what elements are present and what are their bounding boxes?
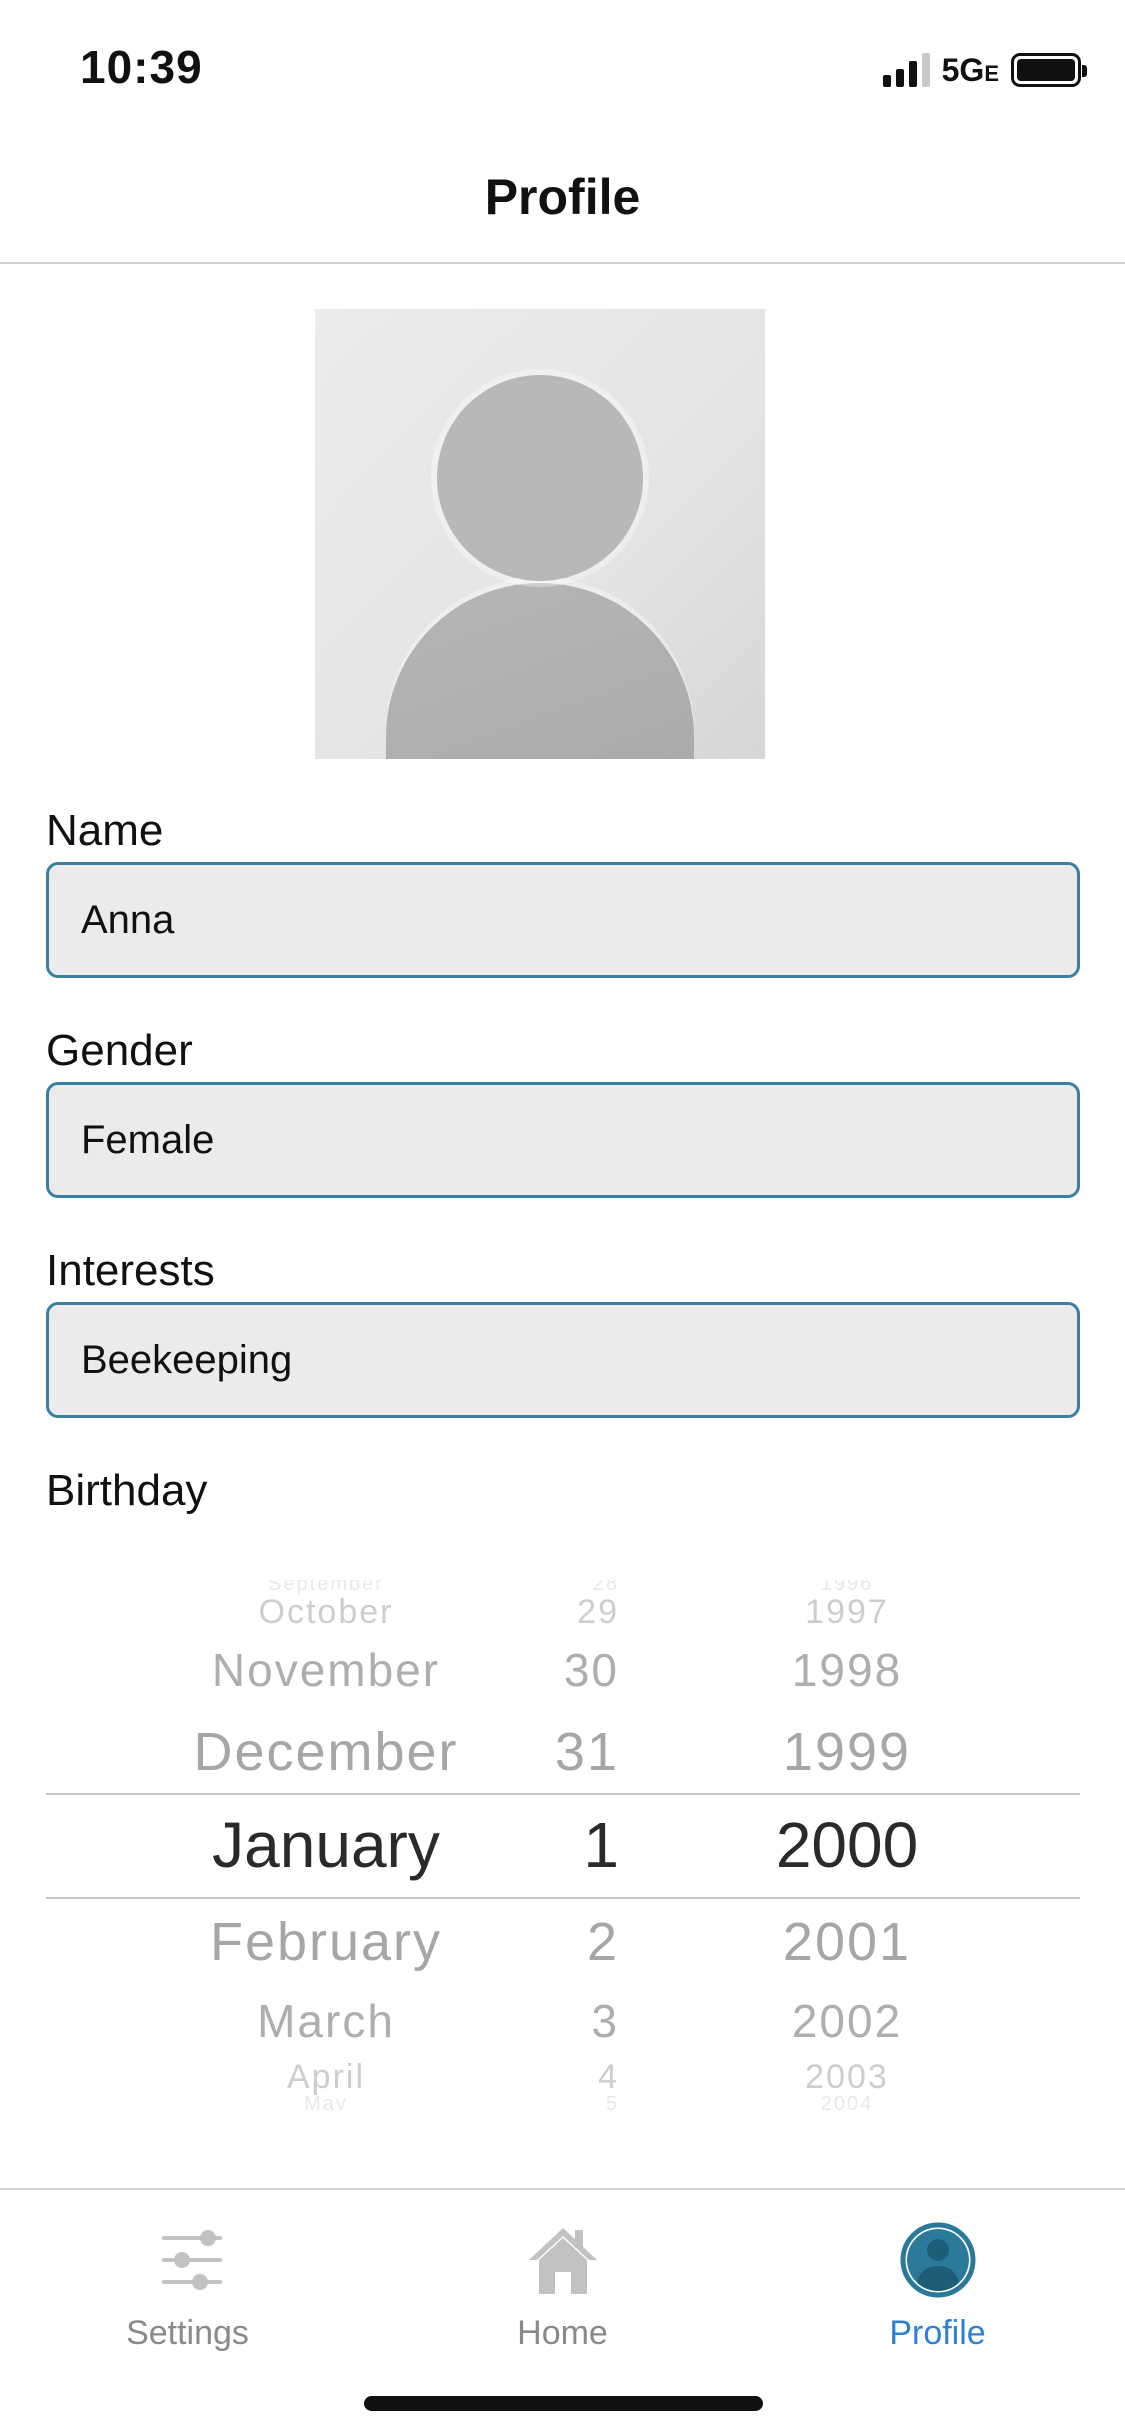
picker-year-option-selected[interactable]: 2000 [597, 1813, 1080, 1877]
avatar-head-shape [437, 375, 643, 581]
network-label: 5G [941, 51, 985, 88]
sliders-icon [148, 2220, 228, 2300]
status-indicators: 5GE [882, 50, 1087, 90]
network-type: 5GE [942, 52, 999, 89]
cellular-signal-icon [882, 53, 930, 87]
home-indicator[interactable] [364, 2396, 763, 2411]
picker-year-option[interactable]: 2003 [597, 2060, 1080, 2094]
avatar-body-shape [386, 583, 694, 759]
name-label: Name [46, 806, 164, 855]
gender-label: Gender [46, 1026, 193, 1075]
tab-profile[interactable]: Profile [750, 2210, 1125, 2360]
gender-field[interactable] [81, 1117, 1077, 1163]
picker-selection-top-line [46, 1793, 1080, 1795]
interests-label: Interests [46, 1246, 215, 1295]
interests-field-container [46, 1302, 1080, 1418]
status-bar: 10:39 5GE [0, 0, 1125, 132]
gender-field-container [46, 1082, 1080, 1198]
picker-year-option[interactable]: 2004 [597, 2094, 1080, 2110]
home-icon [523, 2220, 603, 2300]
name-field[interactable] [81, 897, 1077, 943]
app-screen: 10:39 5GE Profile Name Gender Interests [0, 0, 1125, 2436]
birthday-label: Birthday [46, 1466, 208, 1515]
tab-profile-label: Profile [889, 2314, 986, 2352]
tab-home-label: Home [517, 2314, 608, 2352]
picker-year-option[interactable]: 1997 [597, 1595, 1080, 1629]
picker-year-option[interactable]: 2002 [597, 1998, 1080, 2044]
picker-selection-bottom-line [46, 1897, 1080, 1899]
status-time: 10:39 [80, 41, 203, 93]
picker-year-option[interactable]: 1999 [597, 1725, 1080, 1779]
birthday-date-picker[interactable]: September October November December January F… [46, 1580, 1080, 2110]
picker-year-option[interactable]: 1996 [597, 1580, 1080, 1594]
name-field-container [46, 862, 1080, 978]
page-title: Profile [484, 169, 641, 225]
battery-icon [1011, 53, 1087, 87]
picker-year-option[interactable]: 2001 [597, 1915, 1080, 1969]
interests-field[interactable] [81, 1337, 1077, 1383]
picker-year-option[interactable]: 1998 [597, 1647, 1080, 1693]
tab-settings[interactable]: Settings [0, 2210, 375, 2360]
tab-home[interactable]: Home [375, 2210, 750, 2360]
profile-avatar-placeholder[interactable] [315, 309, 765, 759]
profile-icon [898, 2220, 978, 2300]
navigation-bar: Profile [0, 132, 1125, 264]
network-suffix: E [984, 60, 999, 86]
tab-settings-label: Settings [126, 2314, 249, 2352]
